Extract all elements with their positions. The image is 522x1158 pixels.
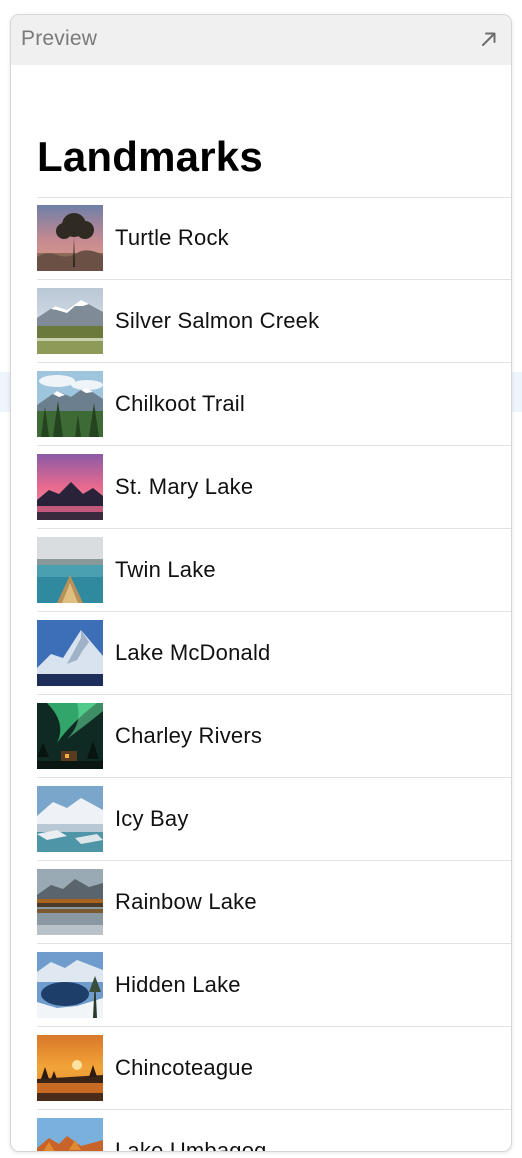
landmark-thumbnail xyxy=(37,371,103,437)
landmark-name: St. Mary Lake xyxy=(115,474,254,499)
landmark-name: Chilkoot Trail xyxy=(115,391,245,416)
landmark-name: Lake McDonald xyxy=(115,640,271,665)
landmark-row[interactable]: Charley Rivers xyxy=(11,695,511,778)
landmark-name: Lake Umbagog xyxy=(115,1138,267,1151)
preview-panel: Preview Landmarks Turtle Rock Silver Sal… xyxy=(10,14,512,1152)
landmark-row[interactable]: Rainbow Lake xyxy=(11,861,511,944)
landmark-name: Turtle Rock xyxy=(115,225,229,250)
landmark-thumbnail xyxy=(37,454,103,520)
landmark-thumbnail xyxy=(37,703,103,769)
landmark-row[interactable]: Lake Umbagog xyxy=(11,1110,511,1151)
landmark-thumbnail xyxy=(37,869,103,935)
landmark-thumbnail xyxy=(37,1118,103,1151)
navigation-title: Landmarks xyxy=(37,133,263,180)
landmark-thumbnail xyxy=(37,952,103,1018)
landmark-thumbnail xyxy=(37,786,103,852)
landmark-name: Charley Rivers xyxy=(115,723,263,748)
landmark-row[interactable]: Hidden Lake xyxy=(11,944,511,1027)
landmark-list[interactable]: Turtle Rock Silver Salmon Creek Chilkoot… xyxy=(11,197,511,1151)
landmark-name: Hidden Lake xyxy=(115,972,241,997)
landmark-row[interactable]: Icy Bay xyxy=(11,778,511,861)
landmark-row[interactable]: Chilkoot Trail xyxy=(11,363,511,446)
preview-title: Preview xyxy=(21,27,98,50)
arrow-up-right-icon xyxy=(482,32,496,46)
landmark-name: Twin Lake xyxy=(115,557,216,582)
landmark-thumbnail xyxy=(37,620,103,686)
landmark-thumbnail xyxy=(37,288,103,354)
landmark-thumbnail xyxy=(37,537,103,603)
landmark-thumbnail xyxy=(37,205,103,271)
landmark-list-screen[interactable]: Landmarks Turtle Rock Silver Salmon Cree… xyxy=(11,65,511,1151)
landmark-name: Rainbow Lake xyxy=(115,889,257,914)
open-preview-button[interactable] xyxy=(475,25,503,53)
preview-header: Preview xyxy=(11,15,511,65)
landmark-row[interactable]: Silver Salmon Creek xyxy=(11,280,511,363)
landmark-row[interactable]: St. Mary Lake xyxy=(11,446,511,529)
landmark-row[interactable]: Chincoteague xyxy=(11,1027,511,1110)
landmark-name: Silver Salmon Creek xyxy=(115,308,320,333)
landmark-thumbnail xyxy=(37,1035,103,1101)
landmark-name: Chincoteague xyxy=(115,1055,254,1080)
landmark-name: Icy Bay xyxy=(115,806,189,831)
landmark-row[interactable]: Lake McDonald xyxy=(11,612,511,695)
landmark-row[interactable]: Turtle Rock xyxy=(11,197,511,280)
landmark-row[interactable]: Twin Lake xyxy=(11,529,511,612)
